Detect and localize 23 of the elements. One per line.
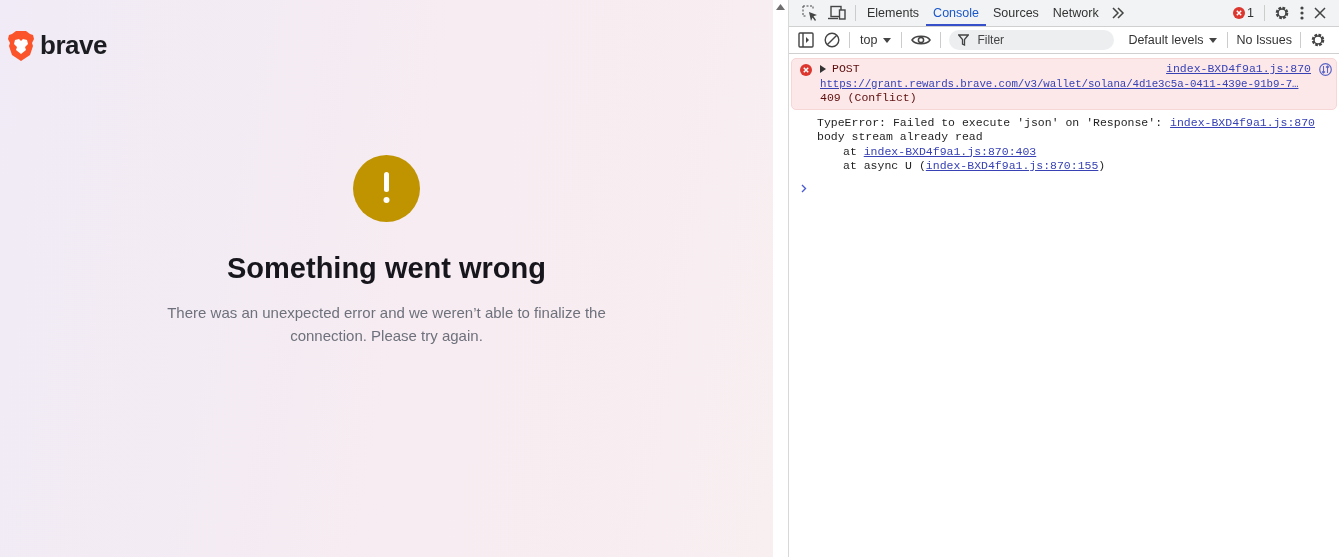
stack-link[interactable]: index-BXD4f9a1.js:870:155 [925, 159, 1099, 172]
brand-name: brave [40, 30, 107, 61]
source-link[interactable]: index-BXD4f9a1.js:870 [1170, 115, 1315, 130]
panel-tab[interactable]: Console [926, 0, 986, 26]
request-method: POST [832, 62, 860, 77]
error-heading: Something went wrong [227, 252, 546, 285]
issues-button[interactable]: No Issues [1232, 33, 1297, 47]
stack-frame: at async U (index-BXD4f9a1.js:870:155) [817, 159, 1315, 174]
stack-frame: at index-BXD4f9a1.js:870:403 [817, 144, 1315, 159]
filter-field[interactable]: Filter [949, 30, 1115, 50]
error-text: TypeError: Failed to execute 'json' on 'Response': [817, 115, 1163, 130]
stack-link[interactable]: index-BXD4f9a1.js:870:403 [863, 144, 1037, 158]
error-message: There was an unexpected error and we weren’t able to finalize the connection. Please try again. [166, 303, 607, 346]
panel-tab[interactable]: Elements [860, 0, 927, 26]
source-link[interactable]: index-BXD4f9a1.js:870 [1166, 62, 1311, 77]
status-text: 409 (Conflict) [820, 91, 918, 106]
error-count[interactable]: 1 [1227, 6, 1260, 20]
request-url-link[interactable]: https://grant.rewards.brave.com/v3/wallet/solana/4d1e3c5a-0411-439e-91b9-7… [820, 76, 1332, 91]
error-text: body stream already read [817, 130, 984, 145]
context-dropdown[interactable]: top [854, 33, 898, 47]
log-levels-dropdown[interactable]: Default levels [1122, 33, 1224, 47]
panel-tab[interactable]: Network [1045, 0, 1106, 26]
panel-tab[interactable]: Sources [986, 0, 1046, 26]
